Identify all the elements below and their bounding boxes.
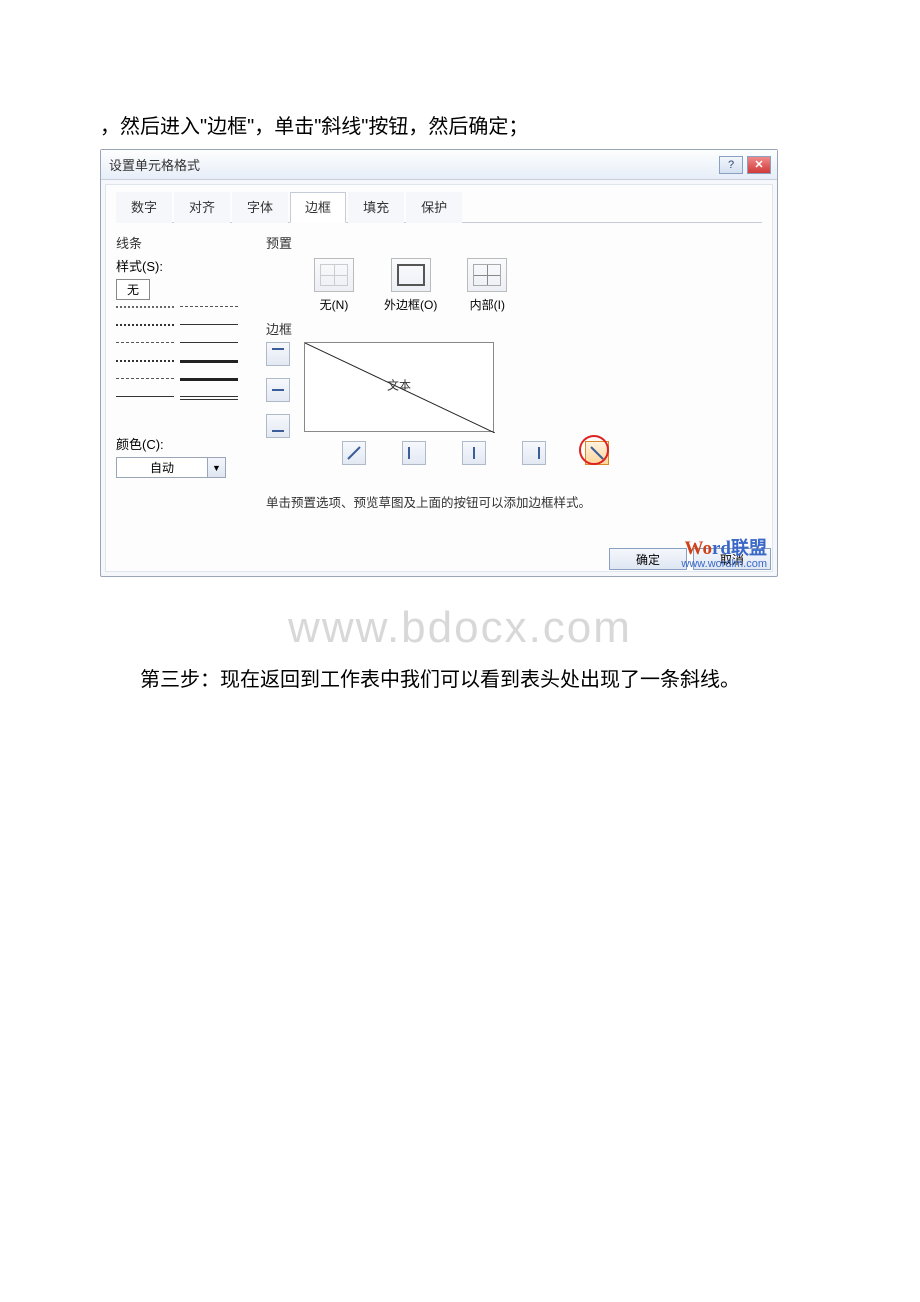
line-style-option[interactable] <box>116 360 174 362</box>
color-dropdown[interactable]: 自动 <box>116 457 208 478</box>
line-style-option[interactable] <box>180 342 238 343</box>
tab-alignment[interactable]: 对齐 <box>174 192 230 223</box>
border-group-label: 边框 <box>266 319 762 338</box>
style-none[interactable]: 无 <box>116 279 150 300</box>
tab-strip: 数字 对齐 字体 边框 填充 保护 <box>116 191 762 223</box>
titlebar: 设置单元格格式 ? ✕ <box>101 150 777 180</box>
instruction-top: ，然后进入"边框"，单击"斜线"按钮，然后确定； <box>100 110 820 139</box>
help-button[interactable]: ? <box>719 156 743 174</box>
preset-none-button[interactable] <box>314 258 354 292</box>
page-watermark: www.bdocx.com <box>100 603 820 653</box>
tab-protection[interactable]: 保护 <box>406 192 462 223</box>
line-group-label: 线条 <box>116 233 266 252</box>
line-style-option[interactable] <box>180 324 238 325</box>
preset-inside-label: 内部(I) <box>470 296 505 313</box>
line-style-swatches <box>116 306 266 410</box>
close-button[interactable]: ✕ <box>747 156 771 174</box>
border-middle-button[interactable] <box>266 378 290 402</box>
line-style-option[interactable] <box>180 360 238 363</box>
line-style-option[interactable] <box>116 306 174 308</box>
style-label: 样式(S): <box>116 256 266 275</box>
line-style-option[interactable] <box>116 324 174 326</box>
line-style-option[interactable] <box>180 396 238 400</box>
line-style-option[interactable] <box>116 342 174 343</box>
color-label: 颜色(C): <box>116 434 266 453</box>
highlight-circle-icon <box>579 435 609 465</box>
line-style-option[interactable] <box>116 378 174 379</box>
border-left-button[interactable] <box>402 441 426 465</box>
dialog-title: 设置单元格格式 <box>109 155 200 174</box>
cancel-button[interactable]: 取消 <box>693 548 771 570</box>
chevron-down-icon[interactable]: ▼ <box>208 457 226 478</box>
border-help-text: 单击预置选项、预览草图及上面的按钮可以添加边框样式。 <box>266 492 762 511</box>
tab-font[interactable]: 字体 <box>232 192 288 223</box>
step3-text: 第三步：现在返回到工作表中我们可以看到表头处出现了一条斜线。 <box>100 663 820 692</box>
line-style-option[interactable] <box>180 306 238 307</box>
preset-group-label: 预置 <box>266 233 762 252</box>
border-bottom-button[interactable] <box>266 414 290 438</box>
dialog-body: 数字 对齐 字体 边框 填充 保护 线条 样式(S): 无 <box>105 184 773 572</box>
line-style-option[interactable] <box>116 396 174 397</box>
border-center-button[interactable] <box>462 441 486 465</box>
preset-none-label: 无(N) <box>320 296 349 313</box>
preview-text-label: 文本 <box>387 377 411 394</box>
line-style-option[interactable] <box>180 378 238 381</box>
tab-border[interactable]: 边框 <box>290 192 346 223</box>
tab-number[interactable]: 数字 <box>116 192 172 223</box>
border-diag-up-button[interactable] <box>342 441 366 465</box>
border-top-button[interactable] <box>266 342 290 366</box>
border-preview[interactable]: 文本 <box>304 342 494 432</box>
preset-inside-button[interactable] <box>467 258 507 292</box>
format-cells-dialog: 设置单元格格式 ? ✕ 数字 对齐 字体 边框 填充 保护 线条 样式(S): … <box>100 149 778 577</box>
preset-outline-label: 外边框(O) <box>384 296 437 313</box>
preset-outline-button[interactable] <box>391 258 431 292</box>
tab-fill[interactable]: 填充 <box>348 192 404 223</box>
ok-button[interactable]: 确定 <box>609 548 687 570</box>
border-right-button[interactable] <box>522 441 546 465</box>
